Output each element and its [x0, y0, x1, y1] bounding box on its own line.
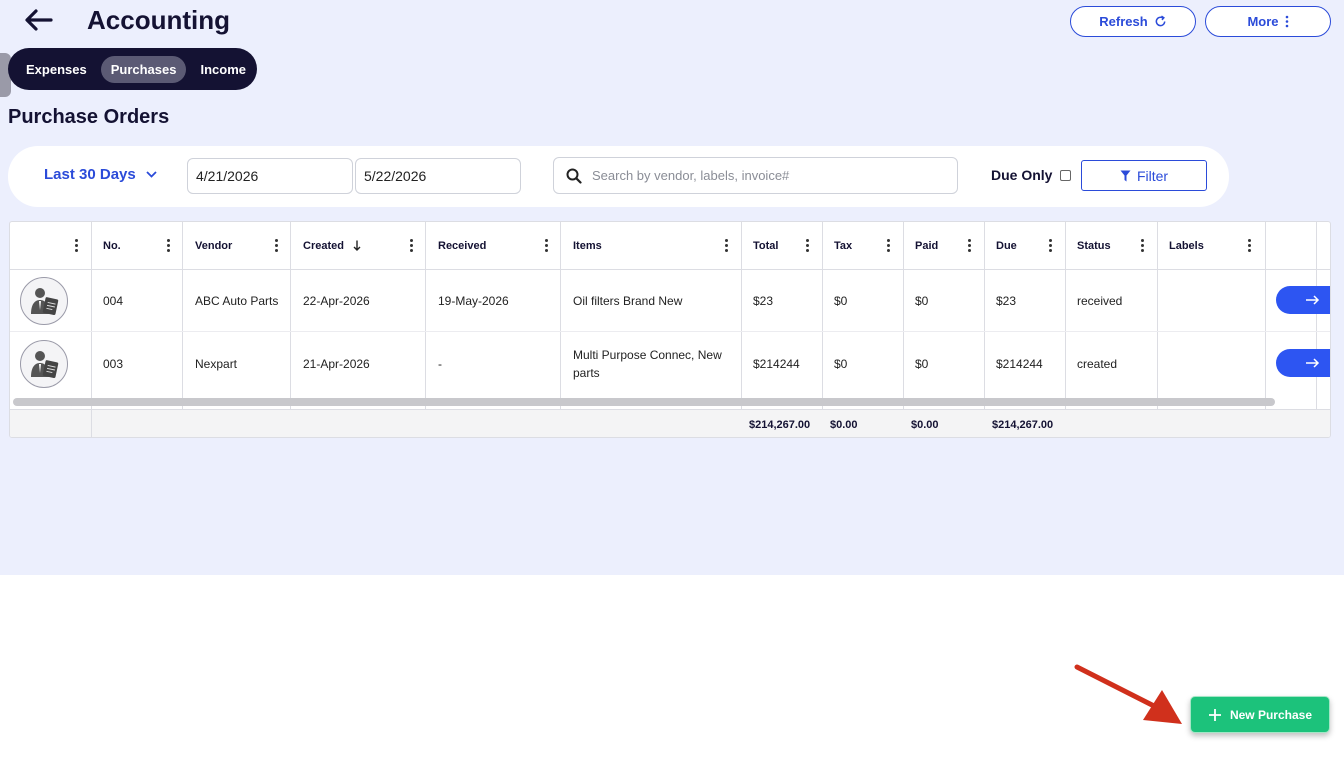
row-2-tax: $0	[834, 357, 848, 371]
column-menu-icon[interactable]	[74, 239, 78, 252]
row-1-received: 19-May-2026	[438, 294, 509, 308]
header-divider	[10, 269, 1330, 270]
more-vertical-icon	[1285, 15, 1288, 28]
more-label: More	[1247, 14, 1279, 29]
column-divider	[10, 409, 92, 437]
row-1-total: $23	[753, 294, 774, 308]
row-2-created: 21-Apr-2026	[303, 357, 370, 371]
header-created-label: Created	[303, 239, 344, 252]
row-2-no: 003	[103, 357, 124, 371]
row-2-status: created	[1077, 357, 1118, 371]
header-tax[interactable]: Tax	[834, 222, 852, 269]
tab-bar: Expenses Purchases Income	[8, 48, 257, 90]
row-2-items-line-2: parts	[573, 366, 600, 380]
tab-income[interactable]: Income	[190, 56, 256, 83]
filter-button[interactable]: Filter	[1081, 160, 1207, 191]
due-only-toggle: Due Only	[991, 167, 1072, 183]
filter-icon	[1120, 170, 1131, 181]
row-2-paid: $0	[915, 357, 929, 371]
row-2-vendor: Nexpart	[195, 357, 238, 371]
column-menu-icon[interactable]	[1247, 239, 1251, 252]
refresh-icon	[1155, 15, 1166, 27]
row-1-items: Oil filters Brand New	[573, 294, 683, 308]
header-items[interactable]: Items	[573, 222, 602, 269]
filter-label: Filter	[1136, 167, 1169, 184]
arrow-right-icon	[1306, 295, 1320, 305]
column-menu-icon[interactable]	[274, 239, 278, 252]
refresh-label: Refresh	[1099, 14, 1148, 29]
horizontal-scrollbar[interactable]	[13, 398, 1275, 406]
totals-row	[10, 409, 1330, 437]
row-1-due: $23	[996, 294, 1017, 308]
row-1-paid: $0	[915, 294, 929, 308]
row-2-received: -	[438, 357, 442, 371]
row-1-open-button[interactable]	[1276, 286, 1330, 314]
header-no[interactable]: No.	[103, 222, 121, 269]
new-purchase-button[interactable]: New Purchase	[1190, 696, 1330, 733]
column-divider	[1266, 222, 1317, 437]
header-labels[interactable]: Labels	[1169, 222, 1204, 269]
column-menu-icon[interactable]	[1048, 239, 1052, 252]
page-title: Accounting	[87, 5, 230, 35]
annotation-arrow-icon	[1074, 664, 1182, 724]
column-menu-icon[interactable]	[724, 239, 728, 252]
row-2-due: $214244	[996, 357, 1043, 371]
row-1-status: received	[1077, 294, 1123, 308]
sort-descending-icon	[353, 240, 361, 251]
tab-purchases[interactable]: Purchases	[100, 55, 187, 83]
section-title: Purchase Orders	[8, 106, 170, 128]
row-1-no: 004	[103, 294, 124, 308]
due-only-checkbox[interactable]	[1060, 169, 1072, 181]
search-icon	[566, 168, 582, 184]
due-only-label: Due Only	[991, 167, 1053, 183]
arrow-right-icon	[1306, 358, 1320, 368]
date-range-dropdown[interactable]: Last 30 Days	[44, 166, 157, 183]
refresh-button[interactable]: Refresh	[1070, 6, 1196, 37]
column-menu-icon[interactable]	[1140, 239, 1144, 252]
column-menu-icon[interactable]	[544, 239, 548, 252]
more-button[interactable]: More	[1205, 6, 1331, 37]
row-2-total: $214244	[753, 357, 800, 371]
search-input[interactable]	[592, 168, 932, 183]
vendor-avatar-icon	[20, 340, 68, 388]
column-menu-icon[interactable]	[805, 239, 809, 252]
back-arrow-icon[interactable]	[20, 5, 56, 35]
chevron-down-icon	[146, 171, 157, 178]
column-menu-icon[interactable]	[166, 239, 170, 252]
column-menu-icon[interactable]	[967, 239, 971, 252]
row-2-open-button[interactable]	[1276, 349, 1330, 377]
header-vendor[interactable]: Vendor	[195, 222, 232, 269]
column-menu-icon[interactable]	[409, 239, 413, 252]
date-from-input[interactable]	[187, 158, 353, 194]
footer-total: $214,267.00	[749, 419, 811, 431]
date-to-input[interactable]	[355, 158, 521, 194]
header-paid[interactable]: Paid	[915, 222, 938, 269]
row-divider	[10, 331, 1330, 332]
vendor-avatar-icon	[20, 277, 68, 325]
filter-bar: Last 30 Days Due Only Filter	[8, 146, 1229, 207]
row-1-vendor: ABC Auto Parts	[195, 294, 279, 308]
date-range-label: Last 30 Days	[44, 166, 136, 183]
header-status[interactable]: Status	[1077, 222, 1111, 269]
column-menu-icon[interactable]	[886, 239, 890, 252]
header-due[interactable]: Due	[996, 222, 1017, 269]
row-1-created: 22-Apr-2026	[303, 294, 370, 308]
footer-due: $214,267.00	[992, 419, 1054, 431]
row-2-items-line-1: Multi Purpose Connec, New	[573, 348, 722, 362]
plus-icon	[1208, 708, 1221, 721]
new-purchase-label: New Purchase	[1229, 707, 1313, 722]
row-1-tax: $0	[834, 294, 848, 308]
search-box[interactable]	[553, 157, 958, 194]
header-created[interactable]: Created	[303, 222, 361, 269]
footer-paid: $0.00	[911, 419, 939, 431]
footer-tax: $0.00	[830, 419, 858, 431]
purchase-orders-table: No. Vendor Created Received Items Total …	[9, 221, 1331, 438]
header-received[interactable]: Received	[438, 222, 486, 269]
header-total[interactable]: Total	[753, 222, 778, 269]
tab-expenses[interactable]: Expenses	[16, 56, 97, 83]
